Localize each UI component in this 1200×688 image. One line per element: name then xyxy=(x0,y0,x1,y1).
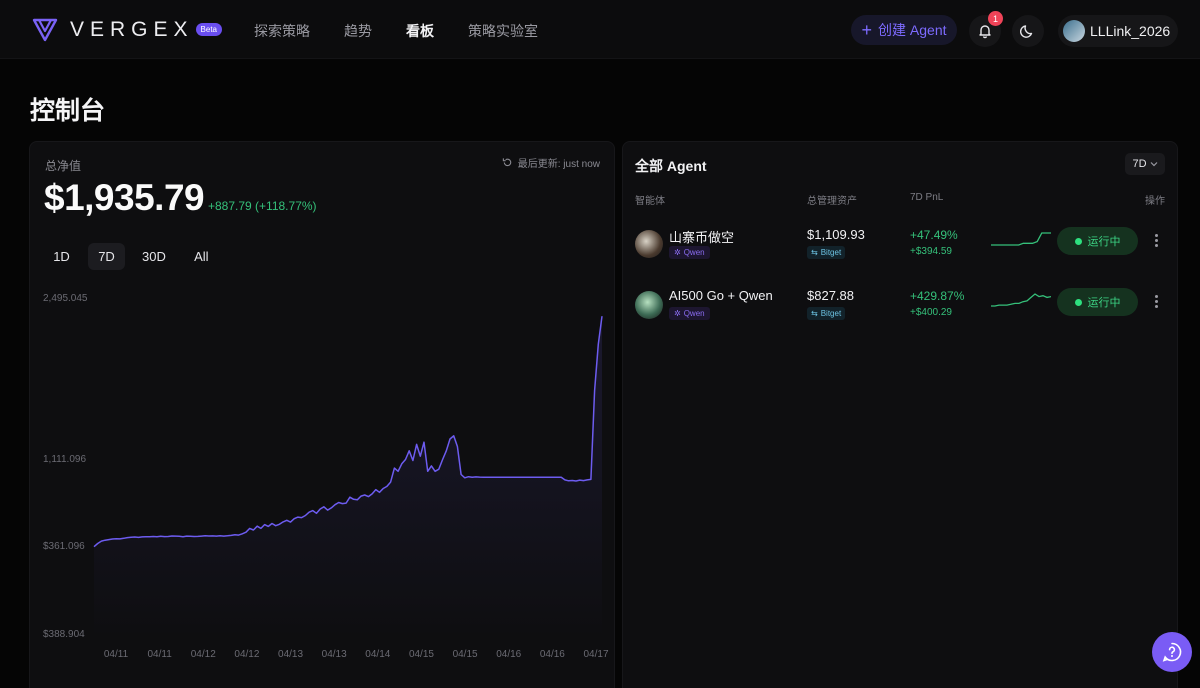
range-all[interactable]: All xyxy=(183,243,220,270)
moon-icon xyxy=(1020,25,1033,38)
nav-strategy-lab[interactable]: 策略实验室 xyxy=(468,21,538,41)
pnl-percent: +47.49% xyxy=(910,228,958,242)
x-tick-label: 04/16 xyxy=(540,649,565,660)
x-tick-label: 04/13 xyxy=(322,649,347,660)
model-name: Qwen xyxy=(683,309,705,318)
pnl-percent: +429.87% xyxy=(910,289,965,303)
notifications-button[interactable]: 1 xyxy=(969,11,1003,47)
status-running-button[interactable]: 运行中 xyxy=(1057,227,1138,255)
pnl-amount: +$394.59 xyxy=(910,246,952,257)
y-tick-label: $388.904 xyxy=(43,629,85,640)
column-header-actions: 操作 xyxy=(1145,196,1165,207)
nav-dashboard[interactable]: 看板 xyxy=(406,21,434,41)
vergex-logo-icon xyxy=(32,18,58,42)
pnl-sparkline xyxy=(991,293,1051,307)
create-agent-button[interactable]: + 创建 Agent xyxy=(851,15,957,45)
status-label: 运行中 xyxy=(1087,236,1121,248)
brand-name: VERGEX xyxy=(70,17,194,41)
column-header-agent: 智能体 xyxy=(635,196,665,207)
x-tick-label: 04/13 xyxy=(278,649,303,660)
agent-row[interactable]: 山寨币做空 ✲ Qwen $1,109.93 ⇆ Bitget +47.49% … xyxy=(623,224,1179,284)
net-value-amount: $1,935.79 xyxy=(44,177,205,218)
top-navigation-bar: VERGEX Beta 探索策略 趋势 看板 策略实验室 + 创建 Agent … xyxy=(0,0,1200,59)
status-dot-icon xyxy=(1074,298,1082,306)
x-tick-label: 04/14 xyxy=(365,649,390,660)
agent-name[interactable]: 山寨币做空 xyxy=(669,227,734,246)
model-name: Qwen xyxy=(683,248,705,257)
model-icon: ✲ xyxy=(674,309,681,318)
agent-name[interactable]: AI500 Go + Qwen xyxy=(669,288,773,303)
exchange-name: Bitget xyxy=(820,248,842,257)
x-tick-label: 04/11 xyxy=(104,649,129,660)
y-tick-label: $361.096 xyxy=(43,541,85,552)
status-dot-icon xyxy=(1074,237,1082,245)
plus-icon: + xyxy=(861,20,873,40)
net-value-change: +887.79 (+118.77%) xyxy=(208,199,317,213)
nav-explore-strategies[interactable]: 探索策略 xyxy=(254,21,310,41)
period-select-value: 7D xyxy=(1132,158,1147,170)
x-tick-label: 04/15 xyxy=(453,649,478,660)
exchange-name: Bitget xyxy=(820,309,842,318)
period-select[interactable]: 7D xyxy=(1125,153,1165,175)
net-value-panel: 总净值 最后更新: just now $1,935.79 +887.79 (+1… xyxy=(29,141,615,688)
x-tick-label: 04/17 xyxy=(583,649,608,660)
exchange-tag: ⇆ Bitget xyxy=(807,307,846,320)
exchange-tag: ⇆ Bitget xyxy=(807,246,846,259)
help-chat-button[interactable] xyxy=(1152,632,1192,672)
sparkline-path xyxy=(991,232,1051,246)
status-running-button[interactable]: 运行中 xyxy=(1057,288,1138,316)
beta-badge: Beta xyxy=(195,23,222,36)
agent-avatar xyxy=(635,291,663,319)
last-updated-text: 最后更新: just now xyxy=(517,159,600,170)
username-label: LLLink_2026 xyxy=(1090,23,1171,39)
model-icon: ✲ xyxy=(674,248,681,257)
brand-logo[interactable]: VERGEX Beta xyxy=(32,17,222,42)
nav-trends[interactable]: 趋势 xyxy=(344,21,372,41)
sparkline-path xyxy=(991,293,1051,307)
status-label: 运行中 xyxy=(1087,297,1121,309)
model-tag: ✲ Qwen xyxy=(669,246,710,259)
x-tick-label: 04/12 xyxy=(234,649,259,660)
x-tick-label: 04/16 xyxy=(496,649,521,660)
column-header-pnl: 7D PnL xyxy=(910,192,944,203)
more-options-icon[interactable] xyxy=(1151,291,1161,311)
y-tick-label: 2,495.045 xyxy=(43,293,88,304)
agent-aum: $1,109.93 xyxy=(807,227,865,242)
range-30d[interactable]: 30D xyxy=(133,243,175,270)
help-chat-icon xyxy=(1162,642,1182,662)
agent-avatar xyxy=(635,230,663,258)
last-updated[interactable]: 最后更新: just now xyxy=(502,155,600,170)
range-7d[interactable]: 7D xyxy=(88,243,125,270)
agents-title: 全部 Agent xyxy=(635,158,707,174)
theme-toggle-button[interactable] xyxy=(1012,15,1044,47)
chevron-down-icon xyxy=(1150,162,1157,167)
notification-count-badge: 1 xyxy=(988,11,1003,26)
model-tag: ✲ Qwen xyxy=(669,307,710,320)
x-tick-label: 04/15 xyxy=(409,649,434,660)
y-tick-label: 1,111.096 xyxy=(43,454,86,465)
bell-icon xyxy=(979,25,991,39)
column-header-aum: 总管理资产 xyxy=(807,196,857,207)
time-range-selector: 1D 7D 30D All xyxy=(43,243,220,270)
page-title: 控制台 xyxy=(30,97,106,125)
net-value-label: 总净值 xyxy=(45,159,82,173)
create-agent-label: 创建 Agent xyxy=(878,22,947,38)
pnl-sparkline xyxy=(991,232,1051,246)
user-menu-button[interactable]: LLLink_2026 xyxy=(1058,15,1178,47)
more-options-icon[interactable] xyxy=(1151,230,1161,250)
main-nav: 探索策略 趋势 看板 策略实验室 xyxy=(254,21,572,41)
user-avatar xyxy=(1063,20,1085,42)
x-tick-label: 04/11 xyxy=(147,649,172,660)
agent-row[interactable]: AI500 Go + Qwen ✲ Qwen $827.88 ⇆ Bitget … xyxy=(623,285,1179,345)
range-1d[interactable]: 1D xyxy=(43,243,80,270)
x-tick-label: 04/12 xyxy=(191,649,216,660)
agent-aum: $827.88 xyxy=(807,288,854,303)
pnl-amount: +$400.29 xyxy=(910,307,952,318)
agents-panel: 全部 Agent 7D 智能体 总管理资产 7D PnL 操作 山寨币做空 ✲ … xyxy=(622,141,1178,688)
bitget-icon: ⇆ xyxy=(811,309,818,318)
net-value-chart: 2,495.045 1,111.096 $361.096 $388.904 04/11… xyxy=(43,293,609,660)
bitget-icon: ⇆ xyxy=(811,248,818,257)
refresh-icon xyxy=(502,158,511,167)
